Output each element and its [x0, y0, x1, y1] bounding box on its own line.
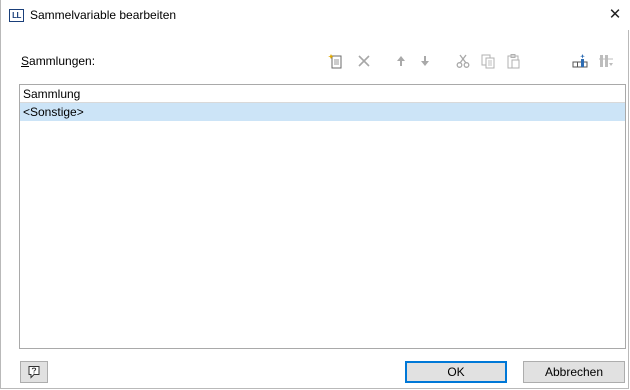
move-down-icon — [421, 56, 429, 66]
delete-button[interactable] — [355, 51, 373, 71]
window-title: Sammelvariable bearbeiten — [30, 8, 177, 22]
ok-button[interactable]: OK — [405, 361, 507, 383]
cut-button[interactable] — [454, 51, 472, 71]
list-column-header[interactable]: Sammlung — [20, 85, 625, 103]
cancel-button[interactable]: Abbrechen — [523, 361, 625, 383]
help-icon — [28, 366, 40, 379]
new-item-button[interactable] — [327, 51, 345, 71]
copy-button[interactable] — [479, 51, 497, 71]
toolbar — [321, 49, 621, 73]
collections-list[interactable]: Sammlung <Sonstige> — [19, 84, 626, 349]
move-up-button[interactable] — [392, 51, 410, 71]
list-item[interactable]: <Sonstige> — [20, 103, 625, 121]
close-icon: ✕ — [608, 6, 622, 23]
cut-icon — [456, 54, 470, 68]
close-button[interactable]: ✕ — [600, 0, 630, 30]
paste-button[interactable] — [504, 51, 522, 71]
help-button[interactable] — [20, 361, 48, 383]
app-logo-icon: LL — [9, 9, 24, 22]
column-settings-button[interactable] — [597, 51, 615, 71]
delete-icon — [358, 55, 370, 67]
title-bar: LL Sammelvariable bearbeiten ✕ — [1, 0, 630, 30]
dialog-window: LL Sammelvariable bearbeiten ✕ Sammlunge… — [0, 0, 630, 389]
move-up-icon — [397, 56, 405, 66]
paste-icon — [507, 54, 520, 69]
insert-column-icon — [572, 54, 588, 68]
copy-icon — [481, 54, 495, 69]
move-down-button[interactable] — [416, 51, 434, 71]
collections-label-text: ammlungen: — [29, 54, 96, 68]
column-settings-icon — [599, 55, 613, 67]
collections-label-accelerator: S — [21, 54, 30, 68]
collections-label: Sammlungen: — [21, 54, 95, 68]
insert-column-button[interactable] — [571, 51, 589, 71]
new-item-icon — [328, 54, 342, 69]
